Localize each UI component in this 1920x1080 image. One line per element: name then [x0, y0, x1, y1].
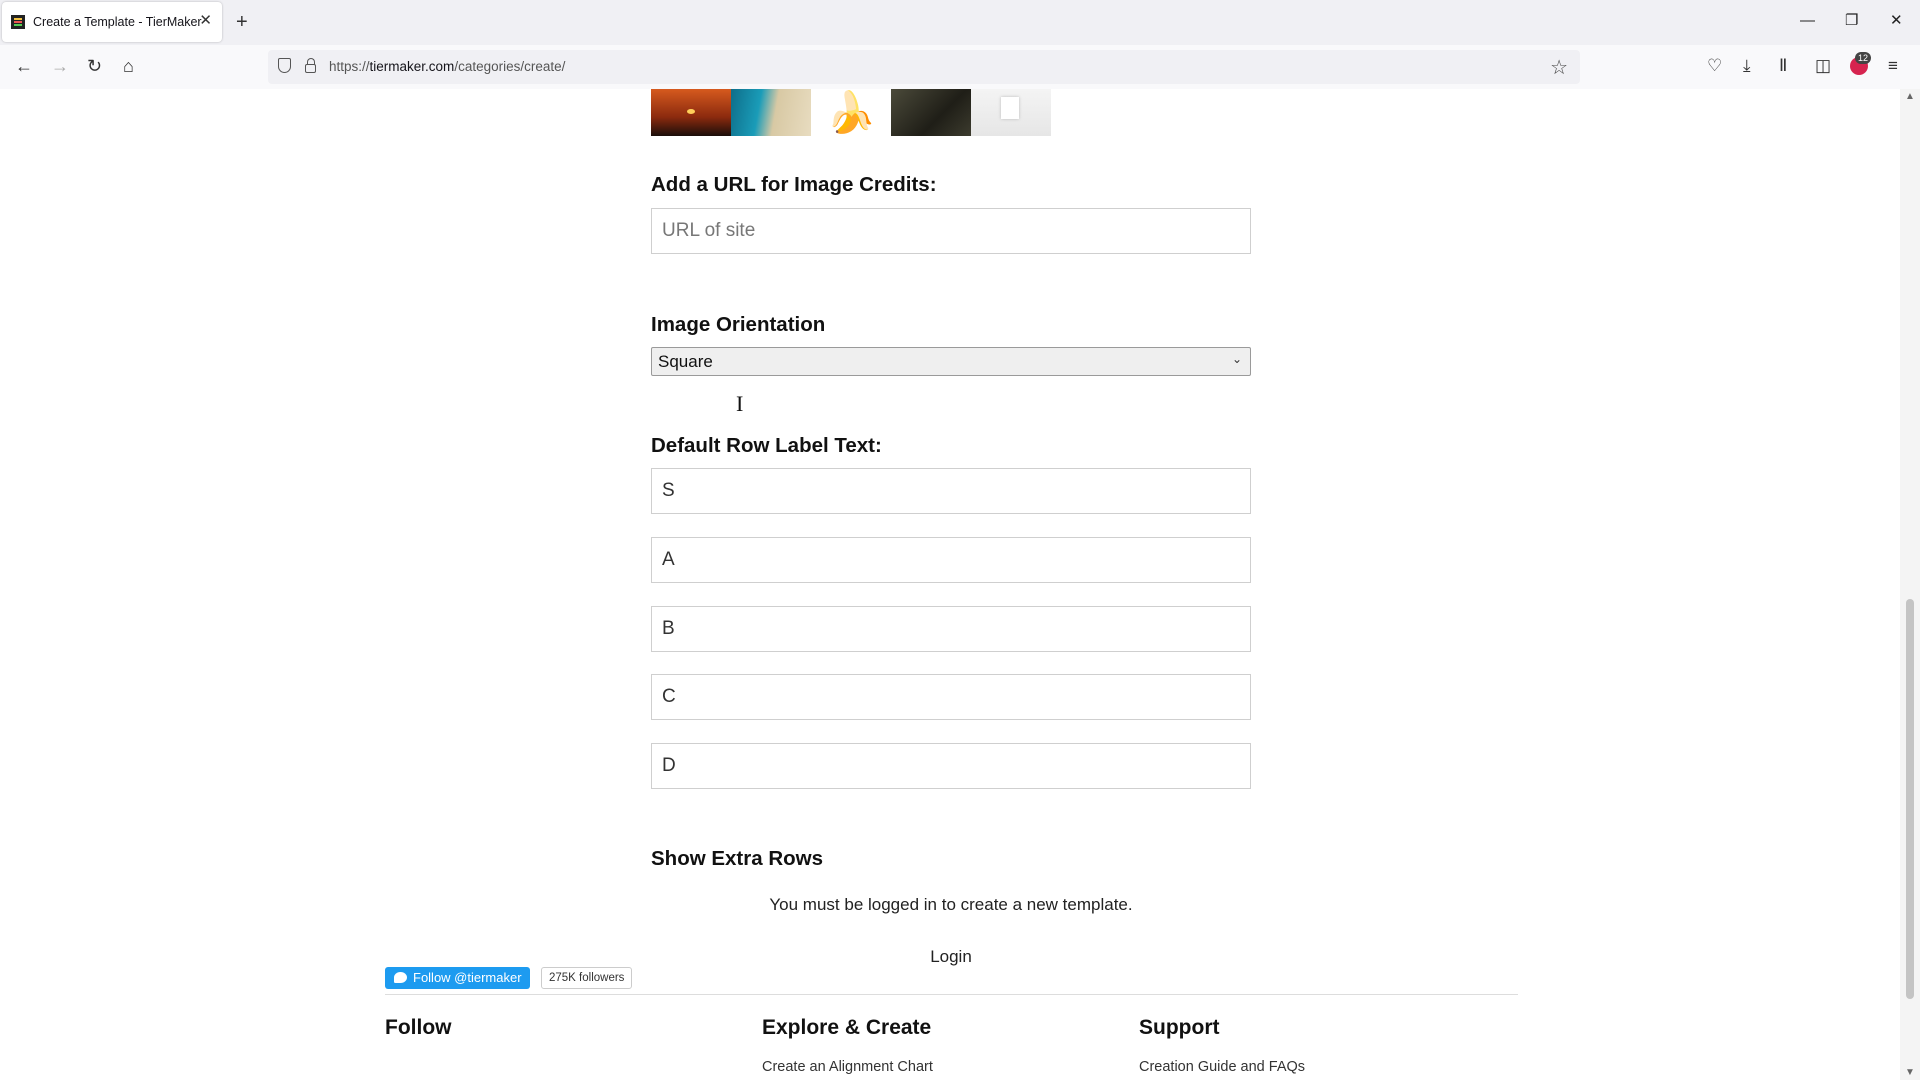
minimize-icon[interactable]: — — [1800, 12, 1815, 30]
page-content: 🍌 Add a URL for Image Credits: Image Ori… — [0, 89, 1900, 1080]
reload-icon[interactable]: ↻ — [87, 55, 102, 77]
window-close-icon[interactable]: ✕ — [1890, 12, 1903, 30]
banana-icon: 🍌 — [826, 91, 876, 135]
home-icon[interactable]: ⌂ — [123, 55, 134, 77]
back-arrow-icon[interactable]: ← — [15, 55, 33, 77]
sidebar-icon[interactable]: ◫ — [1815, 55, 1831, 77]
scroll-thumb[interactable] — [1906, 599, 1914, 999]
twitter-follow-label: Follow @tiermaker — [413, 970, 522, 985]
thumbnail-sunset[interactable] — [651, 89, 731, 136]
page-scrollbar[interactable]: ▲ ▼ — [1900, 89, 1920, 1080]
bookmark-star-icon[interactable]: ☆ — [1550, 55, 1568, 80]
extension-badge: 12 — [1855, 52, 1872, 64]
row-label-input-b[interactable] — [651, 606, 1251, 652]
shield-icon[interactable] — [278, 58, 291, 73]
thumbnail-horse[interactable] — [891, 89, 971, 136]
image-thumbnails: 🍌 — [651, 89, 1051, 136]
forward-arrow-icon[interactable]: → — [51, 55, 69, 77]
url-domain: tiermaker.com — [369, 59, 455, 74]
scroll-down-icon[interactable]: ▼ — [1905, 1067, 1915, 1078]
tab-title: Create a Template - TierMaker — [33, 15, 202, 29]
url-bar[interactable]: https://tiermaker.com/categories/create/… — [268, 50, 1580, 84]
twitter-follow-button[interactable]: Follow @tiermaker — [385, 967, 530, 989]
lock-icon[interactable] — [305, 58, 316, 73]
row-label-input-s[interactable] — [651, 468, 1251, 514]
url-prefix: https:// — [329, 59, 370, 74]
tab-bar: Create a Template - TierMaker ✕ + — ❐ ✕ — [0, 0, 1920, 45]
browser-tab[interactable]: Create a Template - TierMaker ✕ — [2, 2, 222, 42]
menu-icon[interactable]: ≡ — [1888, 55, 1898, 77]
login-link[interactable]: Login — [651, 947, 1251, 967]
alignment-chart-link[interactable]: Create an Alignment Chart — [762, 1059, 933, 1075]
row-label-heading: Default Row Label Text: — [651, 434, 882, 457]
thumbnail-banana[interactable]: 🍌 — [811, 89, 891, 136]
login-notice: You must be logged in to create a new te… — [769, 895, 1133, 914]
image-credits-label: Add a URL for Image Credits: — [651, 173, 937, 196]
footer-support-heading: Support — [1139, 1016, 1220, 1039]
thumbnail-beach[interactable] — [731, 89, 811, 136]
creation-guide-link[interactable]: Creation Guide and FAQs — [1139, 1059, 1305, 1075]
library-icon[interactable]: Ⅱ — [1779, 55, 1787, 77]
image-orientation-select[interactable]: Square ⌄ — [651, 347, 1251, 376]
chevron-down-icon: ⌄ — [1231, 352, 1242, 366]
pocket-icon[interactable]: ♡ — [1707, 55, 1722, 77]
download-icon[interactable]: ⤓ — [1743, 55, 1751, 77]
text-cursor-icon: I — [736, 391, 744, 416]
footer-explore-heading: Explore & Create — [762, 1016, 932, 1039]
twitter-followers-count: 275K followers — [541, 967, 633, 989]
image-orientation-label: Image Orientation — [651, 313, 826, 336]
row-label-input-a[interactable] — [651, 537, 1251, 583]
scroll-up-icon[interactable]: ▲ — [1905, 91, 1915, 102]
row-label-input-c[interactable] — [651, 674, 1251, 720]
thumbnail-room[interactable] — [971, 89, 1051, 136]
footer-follow-heading: Follow — [385, 1016, 452, 1039]
show-extra-rows[interactable]: Show Extra Rows — [651, 847, 823, 871]
tiermaker-favicon-icon — [11, 15, 25, 29]
image-credits-url-input[interactable] — [651, 208, 1251, 254]
new-tab-button[interactable]: + — [236, 10, 248, 34]
footer-divider — [385, 994, 1518, 995]
twitter-bird-icon — [394, 972, 407, 983]
url-path: /categories/create/ — [454, 59, 566, 74]
row-label-input-d[interactable] — [651, 743, 1251, 789]
url-text[interactable]: https://tiermaker.com/categories/create/ — [329, 59, 565, 74]
image-orientation-value: Square — [658, 352, 713, 371]
tab-close-icon[interactable]: ✕ — [199, 13, 212, 29]
restore-icon[interactable]: ❐ — [1845, 12, 1858, 30]
